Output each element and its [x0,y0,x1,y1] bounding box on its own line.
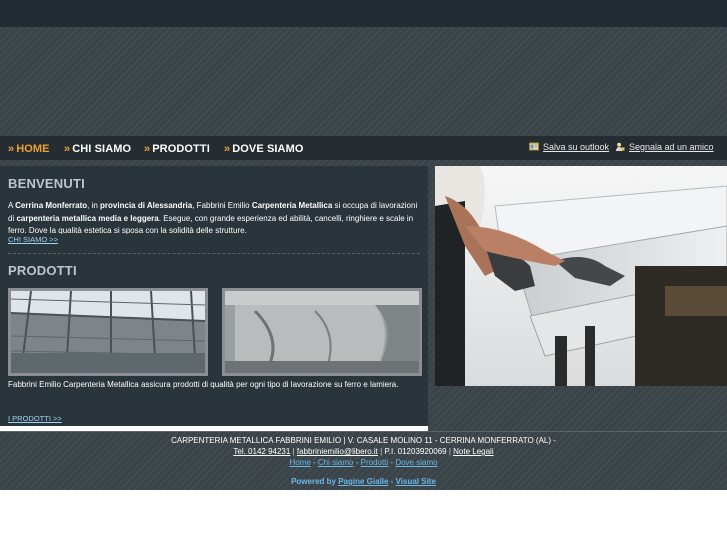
welcome-text: A Cerrina Monferrato, in provincia di Al… [8,201,418,234]
product-photo-1 [11,291,205,373]
nav-arrow-icon: » [64,143,71,155]
nav-prodotti[interactable]: » PRODOTTI [144,136,210,160]
hero-photo-image [435,166,727,386]
footer-nav-chi-siamo[interactable]: Chi siamo [318,458,354,467]
footer-contacts: Tel. 0142 94231 | fabbriniemilio@libero.… [233,447,494,456]
outlook-card-icon [529,142,539,151]
footer-powered: Powered by Pagine Gialle - Visual Site [291,477,436,486]
chi-siamo-link[interactable]: CHI SIAMO >> [8,235,58,244]
nav-arrow-icon: » [144,143,151,155]
nav-home[interactable]: » HOME [8,136,50,160]
visual-site-link[interactable]: Visual Site [396,477,436,486]
footer-nav: Home - Chi siamo - Prodotti - Dove siamo [289,458,438,467]
header-banner [0,27,727,136]
footer-nav-dove-siamo[interactable]: Dove siamo [395,458,437,467]
product-thumbnail-1[interactable] [8,288,208,376]
products-link[interactable]: I PRODOTTI >> [8,414,62,423]
product-thumbnail-2[interactable] [222,288,422,376]
product-photo-2 [225,291,419,373]
footer-nav-home[interactable]: Home [289,458,310,467]
welcome-title: BENVENUTI [8,176,85,191]
nav-chi-siamo[interactable]: » CHI SIAMO [64,136,131,160]
main-nav: » HOME » CHI SIAMO » PRODOTTI » DOVE SIAMO S… [0,136,727,160]
hero-photo [435,166,727,386]
photo-footer-area [435,386,727,431]
nav-arrow-icon: » [8,143,15,155]
footer-nav-prodotti[interactable]: Prodotti [361,458,389,467]
column-divider [428,166,435,431]
products-title: PRODOTTI [8,263,77,278]
footer-address: CARPENTERIA METALLICA FABBRINI EMILIO | … [171,436,556,445]
nav-arrow-icon: » [224,143,231,155]
footer-email-link[interactable]: fabbriniemilio@libero.it [297,447,378,456]
top-bar [0,0,727,27]
footer-vat: P.I. 01203920069 [384,447,447,456]
footer-legal-link[interactable]: Note Legali [453,447,493,456]
pagine-gialle-link[interactable]: Pagine Gialle [338,477,388,486]
footer-phone-link[interactable]: Tel. 0142 94231 [233,447,290,456]
friend-person-icon [615,142,625,151]
tell-friend-link[interactable]: Segnala ad un amico [615,141,714,153]
section-divider [8,253,420,254]
save-outlook-link[interactable]: Salva su outlook [529,141,609,153]
products-text: Fabbrini Emilio Carpenteria Metallica as… [8,380,399,389]
nav-dove-siamo[interactable]: » DOVE SIAMO [224,136,304,160]
